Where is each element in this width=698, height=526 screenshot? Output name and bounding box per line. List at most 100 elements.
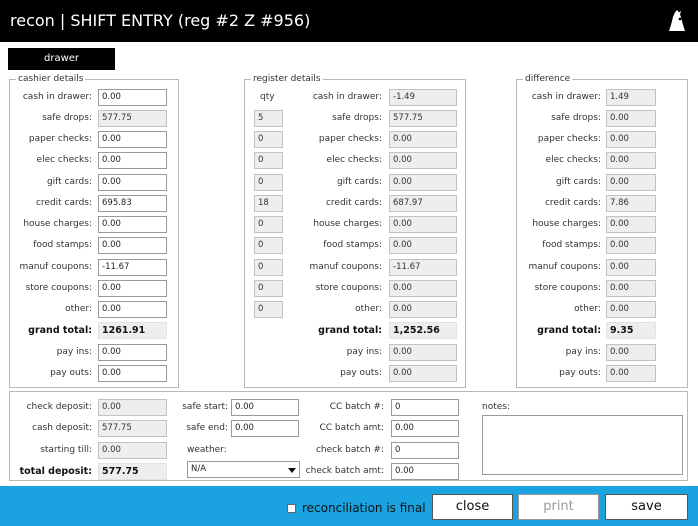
cashier-cash-in-drawer-input[interactable]: 0.00	[98, 89, 167, 106]
difference-grand-total-value: 9.35	[606, 322, 656, 339]
register-paper-checks-value: 0.00	[389, 131, 457, 148]
register-label-cash-in-drawer: cash in drawer:	[312, 92, 382, 102]
cashier-label-food-stamps: food stamps:	[33, 240, 92, 250]
tab-drawer[interactable]: drawer	[8, 48, 115, 70]
cashier-label-manuf-coupons: manuf coupons:	[19, 262, 92, 272]
cashier-house-charges-input[interactable]: 0.00	[98, 216, 167, 233]
difference-gift-cards-value: 0.00	[606, 174, 656, 191]
cash-deposit-label: cash deposit:	[32, 423, 92, 433]
difference-label-manuf-coupons: manuf coupons:	[528, 262, 601, 272]
check-batch-no-input[interactable]: 0	[391, 442, 459, 459]
difference-paper-checks-value: 0.00	[606, 131, 656, 148]
difference-credit-cards-value: 7.86	[606, 195, 656, 212]
difference-store-coupons-value: 0.00	[606, 280, 656, 297]
register-label-house-charges: house charges:	[313, 219, 382, 229]
register-label-grand-total: grand total:	[318, 325, 382, 336]
cashier-label-other: other:	[65, 304, 92, 314]
print-button[interactable]: print	[518, 494, 599, 520]
difference-label-grand-total: grand total:	[537, 325, 601, 336]
difference-label-credit-cards: credit cards:	[544, 198, 601, 208]
cashier-paper-checks-input[interactable]: 0.00	[98, 131, 167, 148]
difference-label-house-charges: house charges:	[532, 219, 601, 229]
reconciliation-final-checkbox[interactable]	[287, 504, 296, 513]
register-label-paper-checks: paper checks:	[318, 134, 382, 144]
register-label-safe-drops: safe drops:	[332, 113, 382, 123]
app-logo-icon	[669, 10, 685, 31]
check-deposit-label: check deposit:	[26, 402, 92, 412]
difference-label-gift-cards: gift cards:	[555, 177, 601, 187]
chevron-down-icon	[288, 468, 296, 473]
register-label-pay-ins: pay ins:	[346, 347, 382, 357]
check-batch-no-label: check batch #:	[315, 445, 384, 455]
difference-label-paper-checks: paper checks:	[537, 134, 601, 144]
register-qty-credit-cards: 18	[254, 195, 283, 212]
total-deposit-label: total deposit:	[19, 466, 92, 477]
register-label-pay-outs: pay outs:	[340, 368, 382, 378]
cashier-label-safe-drops: safe drops:	[42, 113, 92, 123]
register-gift-cards-value: 0.00	[389, 174, 457, 191]
cashier-credit-cards-input[interactable]: 695.83	[98, 195, 167, 212]
cashier-pay-outs-input[interactable]: 0.00	[98, 365, 167, 382]
cashier-other-input[interactable]: 0.00	[98, 301, 167, 318]
register-label-credit-cards: credit cards:	[325, 198, 382, 208]
difference-house-charges-value: 0.00	[606, 216, 656, 233]
cc-batch-amt-input[interactable]: 0.00	[391, 420, 459, 437]
cashier-label-pay-ins: pay ins:	[56, 347, 92, 357]
cc-batch-amt-label: CC batch amt:	[319, 423, 384, 433]
weather-select[interactable]: N/A	[187, 461, 300, 478]
cashier-label-credit-cards: credit cards:	[35, 198, 92, 208]
safe-end-input[interactable]: 0.00	[231, 420, 299, 437]
difference-label-pay-ins: pay ins:	[565, 347, 601, 357]
difference-pay-ins-value: 0.00	[606, 344, 656, 361]
register-qty-manuf-coupons: 0	[254, 259, 283, 276]
register-qty-paper-checks: 0	[254, 131, 283, 148]
cashier-label-cash-in-drawer: cash in drawer:	[22, 92, 92, 102]
check-batch-amt-input[interactable]: 0.00	[391, 463, 459, 480]
difference-pay-outs-value: 0.00	[606, 365, 656, 382]
register-food-stamps-value: 0.00	[389, 237, 457, 254]
register-qty-elec-checks: 0	[254, 152, 283, 169]
action-footer: reconciliation is final close print save	[0, 486, 698, 526]
window-title: recon | SHIFT ENTRY (reg #2 Z #956)	[10, 11, 311, 30]
save-button[interactable]: save	[605, 494, 688, 520]
notes-textarea[interactable]	[482, 415, 683, 475]
difference-elec-checks-value: 0.00	[606, 152, 656, 169]
register-elec-checks-value: 0.00	[389, 152, 457, 169]
register-safe-drops-value: 577.75	[389, 110, 457, 127]
difference-label-elec-checks: elec checks:	[545, 155, 601, 165]
close-button[interactable]: close	[432, 494, 513, 520]
cashier-elec-checks-input[interactable]: 0.00	[98, 152, 167, 169]
register-pay-outs-value: 0.00	[389, 365, 457, 382]
check-deposit-value: 0.00	[98, 399, 167, 416]
cashier-manuf-coupons-input[interactable]: -11.67	[98, 259, 167, 276]
difference-other-value: 0.00	[606, 301, 656, 318]
cashier-pay-ins-input[interactable]: 0.00	[98, 344, 167, 361]
title-bar: recon | SHIFT ENTRY (reg #2 Z #956)	[0, 0, 698, 42]
register-store-coupons-value: 0.00	[389, 280, 457, 297]
cashier-label-house-charges: house charges:	[23, 219, 92, 229]
register-grand-total-value: 1,252.56	[389, 322, 457, 339]
total-deposit-value: 577.75	[98, 463, 167, 480]
notes-label: notes:	[482, 402, 510, 412]
cashier-food-stamps-input[interactable]: 0.00	[98, 237, 167, 254]
weather-label: weather:	[187, 445, 227, 455]
weather-selected-value: N/A	[191, 464, 207, 474]
cashier-label-elec-checks: elec checks:	[36, 155, 92, 165]
safe-start-input[interactable]: 0.00	[231, 399, 299, 416]
cc-batch-no-input[interactable]: 0	[391, 399, 459, 416]
cashier-gift-cards-input[interactable]: 0.00	[98, 174, 167, 191]
register-house-charges-value: 0.00	[389, 216, 457, 233]
cashier-label-gift-cards: gift cards:	[46, 177, 92, 187]
cashier-store-coupons-input[interactable]: 0.00	[98, 280, 167, 297]
cashier-details-title: cashier details	[16, 73, 86, 85]
register-pay-ins-value: 0.00	[389, 344, 457, 361]
difference-label-food-stamps: food stamps:	[542, 240, 601, 250]
register-qty-other: 0	[254, 301, 283, 318]
register-label-store-coupons: store coupons:	[315, 283, 382, 293]
difference-cash-in-drawer-value: 1.49	[606, 89, 656, 106]
register-label-gift-cards: gift cards:	[336, 177, 382, 187]
reconciliation-final-label[interactable]: reconciliation is final	[302, 500, 426, 516]
cashier-label-store-coupons: store coupons:	[25, 283, 92, 293]
register-qty-house-charges: 0	[254, 216, 283, 233]
register-qty-food-stamps: 0	[254, 237, 283, 254]
